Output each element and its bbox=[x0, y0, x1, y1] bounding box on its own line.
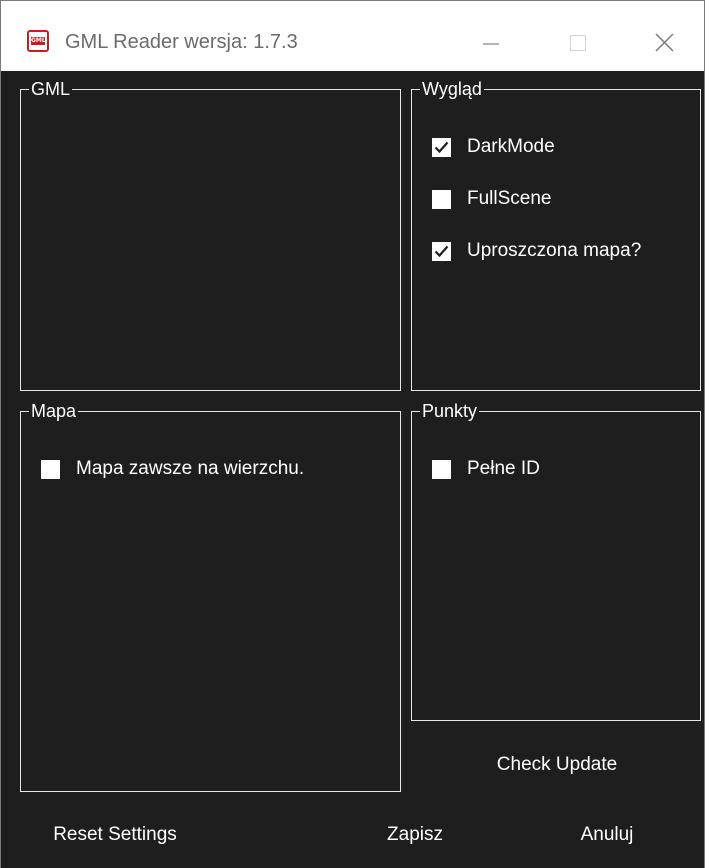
app-window: GML GML Reader wersja: 1.7.3 GML Wygląd … bbox=[0, 0, 705, 868]
full-id-checkbox-box[interactable] bbox=[432, 460, 451, 479]
minimize-button[interactable] bbox=[461, 1, 519, 71]
close-button[interactable] bbox=[635, 1, 693, 71]
darkmode-checkbox-box[interactable] bbox=[432, 138, 451, 157]
save-button[interactable]: Zapisz bbox=[367, 822, 463, 848]
fullscene-label: FullScene bbox=[467, 188, 552, 209]
appearance-group-title: Wygląd bbox=[420, 78, 484, 100]
map-always-on-top-label: Mapa zawsze na wierzchu. bbox=[76, 458, 305, 479]
points-group: Punkty Pełne ID bbox=[411, 400, 701, 721]
full-id-label: Pełne ID bbox=[467, 458, 540, 479]
map-group-title: Mapa bbox=[29, 400, 79, 422]
appearance-group: Wygląd DarkMode FullScene Uproszczona ma… bbox=[411, 78, 701, 391]
maximize-button[interactable] bbox=[549, 1, 607, 71]
points-group-title: Punkty bbox=[420, 400, 480, 422]
app-icon-label: GML bbox=[31, 37, 46, 45]
gml-group-title: GML bbox=[29, 78, 73, 100]
map-always-on-top-checkbox-box[interactable] bbox=[41, 460, 60, 479]
fullscene-checkbox-box[interactable] bbox=[432, 190, 451, 209]
maximize-icon bbox=[570, 35, 586, 51]
gml-app-icon: GML bbox=[27, 30, 49, 52]
simplified-map-checkbox-box[interactable] bbox=[432, 242, 451, 261]
simplified-map-label: Uproszczona mapa? bbox=[467, 240, 642, 261]
settings-panel: GML Wygląd DarkMode FullScene Uproszczon… bbox=[1, 71, 704, 868]
reset-settings-button[interactable]: Reset Settings bbox=[29, 822, 201, 848]
cancel-button[interactable]: Anuluj bbox=[559, 822, 655, 848]
check-update-button[interactable]: Check Update bbox=[457, 752, 657, 778]
darkmode-label: DarkMode bbox=[467, 136, 555, 157]
gml-group: GML bbox=[20, 78, 401, 391]
checkmark-icon bbox=[434, 245, 449, 258]
minimize-icon bbox=[483, 43, 499, 45]
close-icon bbox=[655, 33, 674, 52]
map-group: Mapa Mapa zawsze na wierzchu. bbox=[20, 400, 401, 792]
window-title: GML Reader wersja: 1.7.3 bbox=[65, 31, 298, 53]
title-bar[interactable]: GML GML Reader wersja: 1.7.3 bbox=[1, 1, 704, 71]
checkmark-icon bbox=[434, 141, 449, 154]
